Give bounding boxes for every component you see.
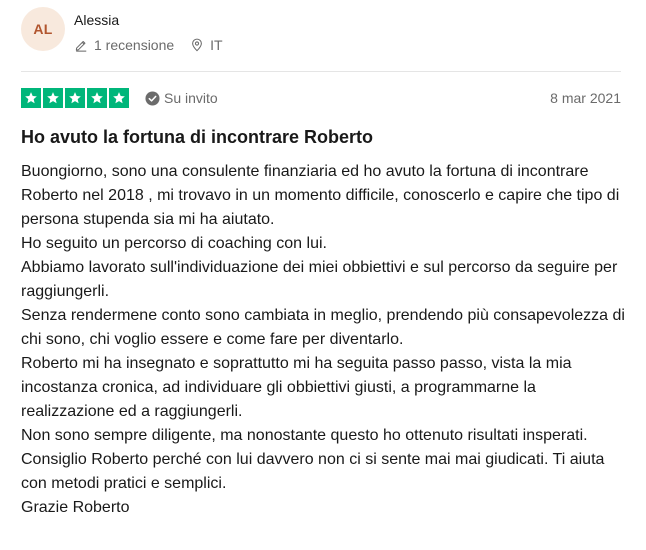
review-card: AL Alessia 1 recensione IT Su invito 8 m…	[0, 0, 646, 550]
star-icon	[87, 88, 107, 108]
review-paragraph: Abbiamo lavorato sull'individuazione dei…	[21, 259, 618, 300]
reviewer-info: Alessia 1 recensione IT	[74, 7, 223, 53]
star-icon	[65, 88, 85, 108]
country-label: IT	[210, 37, 223, 53]
pencil-icon	[75, 40, 87, 52]
invited-label: Su invito	[164, 90, 218, 106]
review-paragraph: Buongiorno, sono una consulente finanzia…	[21, 163, 620, 228]
reviews-count: 1 recensione	[74, 37, 174, 53]
reviewer-meta: 1 recensione IT	[74, 37, 223, 53]
reviews-count-label: 1 recensione	[94, 37, 175, 53]
avatar[interactable]: AL	[21, 7, 65, 51]
star-icon	[109, 88, 129, 108]
review-paragraph: Consiglio Roberto perché con lui davvero…	[21, 451, 605, 492]
review-body: Buongiorno, sono una consulente finanzia…	[21, 160, 626, 520]
star-icon	[21, 88, 41, 108]
review-title[interactable]: Ho avuto la fortuna di incontrare Robert…	[21, 126, 373, 148]
review-date: 8 mar 2021	[550, 90, 621, 106]
location-pin-icon	[192, 38, 203, 52]
divider	[21, 71, 621, 72]
rating-row: Su invito 8 mar 2021	[21, 87, 621, 109]
star-icon	[43, 88, 63, 108]
review-paragraph: Non sono sempre diligente, ma nonostante…	[21, 427, 588, 444]
star-rating	[21, 88, 129, 108]
invited-badge[interactable]: Su invito	[145, 90, 218, 106]
avatar-initials: AL	[33, 21, 53, 37]
reviewer-name[interactable]: Alessia	[74, 12, 223, 28]
review-paragraph: Roberto mi ha insegnato e soprattutto mi…	[21, 355, 572, 420]
reviewer-header: AL Alessia 1 recensione IT	[21, 7, 223, 53]
check-circle-icon	[145, 90, 160, 106]
review-paragraph: Grazie Roberto	[21, 499, 130, 516]
reviewer-country: IT	[190, 37, 223, 53]
review-paragraph: Ho seguito un percorso di coaching con l…	[21, 235, 327, 252]
review-paragraph: Senza rendermene conto sono cambiata in …	[21, 307, 625, 348]
